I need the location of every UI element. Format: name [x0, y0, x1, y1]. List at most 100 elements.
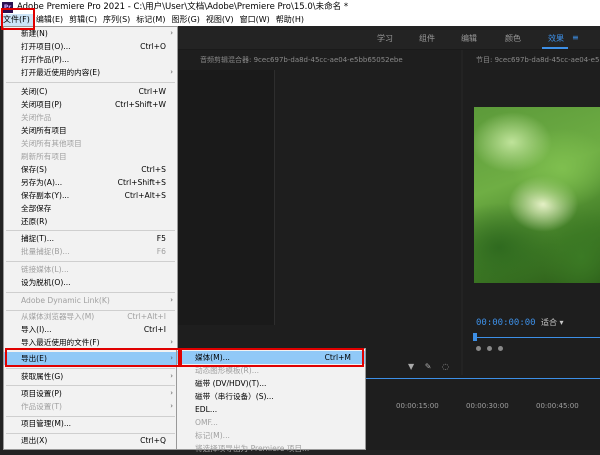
menu-item-capture[interactable]: 捕捉(T)... F5 [4, 232, 177, 245]
timeline-ruler[interactable]: 00:00:15:00 00:00:30:00 00:00:45:00 [366, 399, 600, 413]
menu-item-shortcut: F6 [156, 247, 166, 256]
menu-item-label: 链接媒体(L)... [21, 265, 69, 274]
menu-separator [6, 368, 175, 369]
menu-item-open-work[interactable]: 打开作品(P)... [4, 53, 177, 66]
menu-item-label: 打开最近使用的内容(E) [21, 68, 101, 77]
menu-item-shortcut: Ctrl+Q [140, 436, 166, 445]
submenu-item-omf: OMF... [177, 416, 365, 429]
menu-item-shortcut: Ctrl+M [324, 353, 351, 362]
submenu-item-tape-serial[interactable]: 磁带（串行设备）(S)... [177, 390, 365, 403]
wrench-icon[interactable]: ✎ [425, 362, 432, 371]
menu-view[interactable]: 视图(V) [203, 14, 237, 26]
submenu-arrow-icon: › [170, 338, 173, 346]
menu-separator [6, 261, 175, 262]
submenu-item-markers: 标记(M)... [177, 429, 365, 442]
program-monitor-header[interactable]: 节目: 9cec697b-da8d-45cc-ae04-e5bb65052ebe [476, 55, 600, 65]
menu-item-import[interactable]: 导入(I)... Ctrl+I [4, 323, 177, 336]
monitor-playhead[interactable] [473, 333, 477, 341]
marker-icon[interactable] [476, 346, 481, 351]
menu-item-label: 保存(S) [21, 165, 47, 174]
menu-item-shortcut: Ctrl+Alt+S [124, 191, 166, 200]
menu-item-save-all[interactable]: 全部保存 [4, 202, 177, 215]
menu-item-label: 新建(N) [21, 29, 48, 38]
menu-graphics[interactable]: 图形(G) [168, 14, 202, 26]
menu-item-label: 导入(I)... [21, 325, 52, 334]
menu-item-label: 项目管理(M)... [21, 419, 72, 428]
menu-item-new[interactable]: 新建(N) › [4, 27, 177, 40]
submenu-item-tape-dv[interactable]: 磁带 (DV/HDV)(T)... [177, 377, 365, 390]
playhead-timecode[interactable]: 00:00:00:00 [476, 318, 536, 328]
submenu-arrow-icon: › [170, 29, 173, 37]
filter-icon[interactable]: ▼ [408, 362, 414, 371]
menu-item-import-recent[interactable]: 导入最近使用的文件(F) › [4, 336, 177, 349]
menu-item-get-properties[interactable]: 获取属性(G) › [4, 370, 177, 383]
menu-item-save-copy[interactable]: 保存副本(Y)... Ctrl+Alt+S [4, 189, 177, 202]
menu-item-label: 关闭所有项目 [21, 126, 67, 135]
menu-item-project-manager[interactable]: 项目管理(M)... [4, 417, 177, 430]
submenu-arrow-icon: › [170, 68, 173, 76]
timeline-work-area-bar[interactable] [366, 378, 600, 379]
menu-item-open-recent[interactable]: 打开最近使用的内容(E) › [4, 66, 177, 79]
menu-item-shortcut: Ctrl+Shift+W [114, 100, 166, 109]
menu-item-label: 关闭(C) [21, 87, 48, 96]
in-point-icon[interactable] [487, 346, 492, 351]
menu-item-label: 磁带 (DV/HDV)(T)... [195, 379, 267, 388]
timeline-tools: ▼ ✎ ◌ [408, 362, 468, 372]
submenu-item-media[interactable]: 媒体(M)... Ctrl+M [177, 351, 365, 364]
menu-item-save[interactable]: 保存(S) Ctrl+S [4, 163, 177, 176]
workspace-tab-learn[interactable]: 学习 [377, 33, 393, 44]
active-tab-underline [542, 47, 568, 49]
menu-item-label: 刷新所有项目 [21, 152, 67, 161]
snap-icon[interactable]: ◌ [442, 362, 449, 371]
menu-item-revert[interactable]: 还原(R) [4, 215, 177, 228]
menu-item-save-as[interactable]: 另存为(A)... Ctrl+Shift+S [4, 176, 177, 189]
zoom-fit-select[interactable]: 适合 ▾ [541, 317, 586, 328]
menu-item-close[interactable]: 关闭(C) Ctrl+W [4, 85, 177, 98]
menu-item-exit[interactable]: 退出(X) Ctrl+Q [4, 434, 177, 447]
audio-mixer-header[interactable]: 音频剪辑混合器: 9cec697b-da8d-45cc-ae04-e5bb650… [200, 55, 460, 65]
workspace-menu-icon[interactable]: ≡ [572, 33, 579, 42]
menu-item-label: 设为脱机(O)... [21, 278, 71, 287]
monitor-controls [476, 346, 600, 352]
menu-item-label: OMF... [195, 418, 218, 427]
monitor-scrub-bar[interactable] [474, 337, 600, 338]
workspace-tab-effects[interactable]: 效果 [548, 33, 564, 44]
zoom-fit-value: 适合 [541, 318, 557, 327]
video-preview [474, 107, 600, 283]
workspace-tab-color[interactable]: 颜色 [505, 33, 521, 44]
menu-sequence[interactable]: 序列(S) [100, 14, 133, 26]
menu-item-label: 导入最近使用的文件(F) [21, 338, 100, 347]
submenu-arrow-icon: › [170, 296, 173, 304]
menu-item-close-all[interactable]: 关闭所有项目 [4, 124, 177, 137]
menu-item-export[interactable]: 导出(E) › [4, 352, 177, 365]
menu-item-dynamic-link: Adobe Dynamic Link(K) › [4, 294, 177, 307]
title-bar: Pr Adobe Premiere Pro 2021 - C:\用户\User\… [0, 0, 600, 14]
menu-clip[interactable]: 剪辑(C) [66, 14, 100, 26]
menu-item-shortcut: Ctrl+W [138, 87, 166, 96]
menu-item-label: 项目设置(P) [21, 389, 62, 398]
menu-markers[interactable]: 标记(M) [133, 14, 168, 26]
menu-item-label: EDL... [195, 405, 218, 414]
workspace-tab-assembly[interactable]: 组件 [419, 33, 435, 44]
menu-item-label: 导出(E) [21, 354, 47, 363]
out-point-icon[interactable] [498, 346, 503, 351]
file-menu: 新建(N) › 打开项目(O)... Ctrl+O 打开作品(P)... 打开最近使… [3, 26, 178, 450]
workspace-tab-editing[interactable]: 编辑 [461, 33, 477, 44]
ruler-tick: 00:00:45:00 [536, 402, 579, 410]
menu-item-refresh-all: 刷新所有项目 [4, 150, 177, 163]
menu-bar: 文件(F) 编辑(E) 剪辑(C) 序列(S) 标记(M) 图形(G) 视图(V… [0, 14, 600, 26]
menu-help[interactable]: 帮助(H) [273, 14, 307, 26]
menu-window[interactable]: 窗口(W) [237, 14, 273, 26]
menu-item-close-project[interactable]: 关闭项目(P) Ctrl+Shift+W [4, 98, 177, 111]
menu-file[interactable]: 文件(F) [0, 14, 33, 26]
export-submenu: 媒体(M)... Ctrl+M 动态图形模板(R)... 磁带 (DV/HDV)(… [176, 348, 366, 453]
menu-item-work-settings: 作品设置(T) › [4, 400, 177, 413]
menu-item-open-project[interactable]: 打开项目(O)... Ctrl+O [4, 40, 177, 53]
menu-item-project-settings[interactable]: 项目设置(P) › [4, 387, 177, 400]
menu-item-make-offline[interactable]: 设为脱机(O)... [4, 276, 177, 289]
menu-separator [6, 292, 175, 293]
menu-edit[interactable]: 编辑(E) [33, 14, 66, 26]
menu-item-label: 关闭所有其他项目 [21, 139, 82, 148]
menu-item-shortcut: Ctrl+I [143, 325, 166, 334]
submenu-item-edl[interactable]: EDL... [177, 403, 365, 416]
